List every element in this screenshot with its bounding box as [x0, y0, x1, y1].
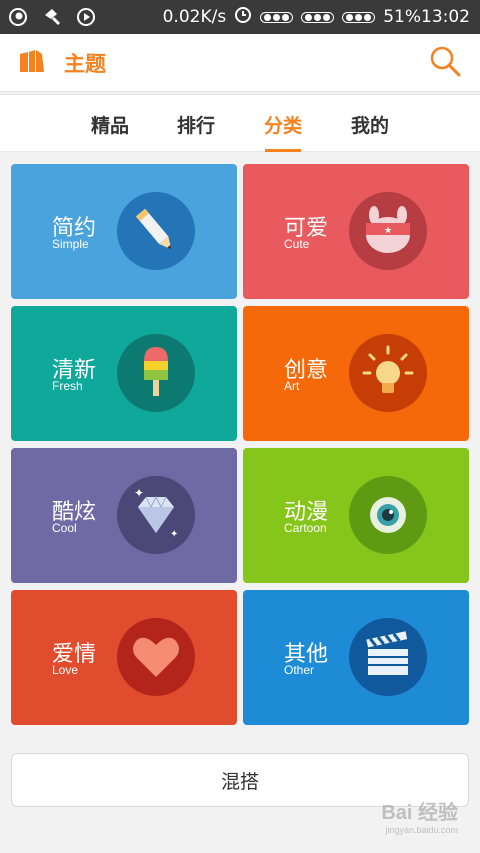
tab-featured[interactable]: 精品 — [70, 95, 150, 153]
tab-category[interactable]: 分类 — [243, 95, 323, 153]
category-subtitle: Other — [284, 663, 315, 677]
pencil-icon — [117, 192, 195, 270]
category-subtitle: Cartoon — [284, 521, 327, 535]
category-card-simple[interactable]: 简约 Simple — [11, 164, 237, 299]
shovel-notification-icon — [42, 7, 62, 27]
svg-text:✦: ✦ — [170, 529, 178, 540]
watermark-text: Bai 经验 — [381, 802, 458, 824]
tab-ranking[interactable]: 排行 — [156, 95, 236, 153]
category-card-cute[interactable]: 可爱 Cute ★ — [243, 164, 469, 299]
signal-3-icon — [342, 11, 376, 23]
category-card-cool[interactable]: 酷炫 Cool ✦ ✦ — [11, 448, 237, 583]
category-subtitle: Simple — [52, 237, 89, 251]
net-speed: 0.02K/s — [162, 7, 227, 27]
signal-2-icon — [301, 11, 335, 23]
battery-level: 51% — [383, 7, 421, 27]
play-notification-icon — [76, 7, 96, 27]
watermark-url: jingyan.baidu.com — [385, 825, 458, 835]
lightbulb-icon — [349, 334, 427, 412]
tab-mine[interactable]: 我的 — [330, 95, 410, 153]
category-card-other[interactable]: 其他 Other — [243, 590, 469, 725]
svg-text:★: ★ — [384, 226, 392, 236]
search-icon[interactable] — [428, 44, 462, 82]
category-card-cartoon[interactable]: 动漫 Cartoon — [243, 448, 469, 583]
bunny-icon: ★ — [349, 192, 427, 270]
category-subtitle: Fresh — [52, 379, 83, 393]
status-notifications — [8, 7, 96, 27]
category-subtitle: Cool — [52, 521, 77, 535]
popsicle-icon — [117, 334, 195, 412]
page-title: 主题 — [64, 51, 106, 76]
monster-eye-icon — [349, 476, 427, 554]
diamond-icon: ✦ ✦ — [117, 476, 195, 554]
category-subtitle: Cute — [284, 237, 310, 251]
category-subtitle: Love — [52, 663, 79, 677]
status-indicators: 0.02K/s 51% 13:02 — [163, 6, 470, 29]
app-notification-icon — [8, 7, 28, 27]
category-card-love[interactable]: 爱情 Love — [11, 590, 237, 725]
category-card-art[interactable]: 创意 Art — [243, 306, 469, 441]
heart-icon — [117, 618, 195, 696]
clock: 13:02 — [421, 7, 470, 27]
clapperboard-icon — [349, 618, 427, 696]
category-subtitle: Art — [284, 379, 300, 393]
category-card-fresh[interactable]: 清新 Fresh — [11, 306, 237, 441]
theme-book-icon[interactable] — [18, 48, 46, 78]
tab-bar: 精品 排行 分类 我的 — [0, 94, 480, 152]
alarm-icon — [234, 6, 252, 29]
signal-1-icon — [260, 11, 294, 23]
svg-text:✦: ✦ — [134, 486, 144, 500]
app-header: 主题 — [0, 34, 480, 92]
status-bar: 0.02K/s 51% 13:02 — [0, 0, 480, 34]
watermark: Bai 经验 jingyan.baidu.com — [381, 796, 458, 835]
